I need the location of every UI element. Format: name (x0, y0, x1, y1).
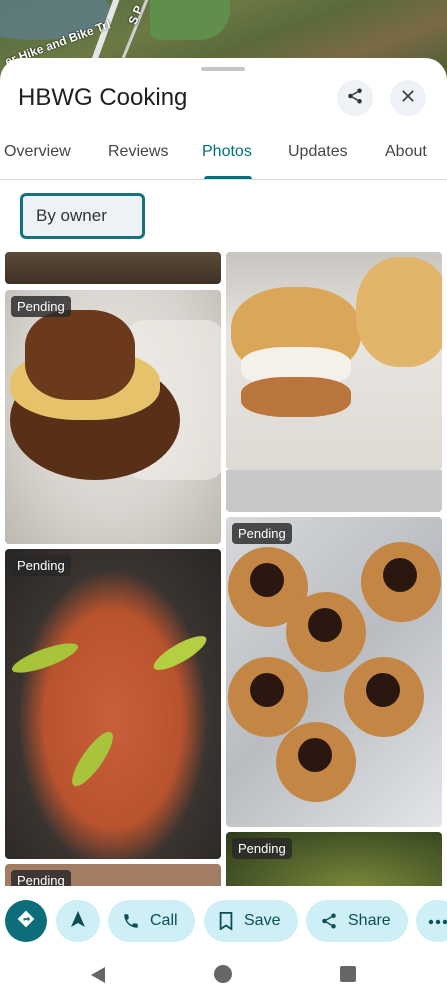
action-bar: Call Save Share (0, 890, 447, 952)
close-button[interactable] (390, 80, 426, 116)
system-nav-bar (0, 952, 447, 1000)
photo-tile[interactable] (5, 252, 221, 284)
photo-grid: Pending Pending Pending Pending Pending (0, 252, 447, 886)
photo-tile-footer (226, 470, 442, 512)
save-label: Save (244, 912, 281, 929)
map-road-label: S P (125, 3, 146, 27)
photo-tile[interactable]: Pending (5, 549, 221, 859)
recents-icon[interactable] (340, 966, 356, 982)
tab-updates[interactable]: Updates (288, 143, 348, 161)
home-icon[interactable] (214, 965, 232, 983)
tab-bar: Overview Reviews Photos Updates About (0, 136, 447, 180)
photo-tile[interactable]: Pending (5, 290, 221, 544)
call-label: Call (150, 912, 178, 929)
navigation-arrow-icon (70, 910, 86, 933)
photo-avocado (9, 637, 81, 679)
photo-tile[interactable]: Pending (5, 864, 221, 886)
photo-cookie (344, 657, 424, 737)
share-icon (320, 912, 338, 930)
photo-food (241, 377, 351, 417)
photo-tile[interactable] (226, 252, 442, 470)
tab-overview[interactable]: Overview (4, 143, 71, 161)
directions-icon (16, 909, 36, 934)
back-icon[interactable] (90, 966, 106, 989)
close-icon (400, 88, 416, 109)
tab-reviews[interactable]: Reviews (108, 143, 168, 161)
share-chip-button[interactable]: Share (306, 900, 408, 942)
photo-food (356, 257, 442, 367)
pending-badge: Pending (11, 555, 71, 576)
bookmark-icon (218, 912, 234, 930)
phone-icon (122, 912, 140, 930)
map-park (150, 0, 230, 40)
pending-badge: Pending (232, 838, 292, 859)
photo-cookie (228, 657, 308, 737)
photo-food (25, 310, 135, 400)
photo-avocado (149, 630, 211, 676)
share-button[interactable] (337, 80, 373, 116)
place-title: HBWG Cooking (18, 84, 188, 111)
call-button[interactable]: Call (108, 900, 195, 942)
tab-indicator (204, 176, 252, 179)
photo-tile[interactable]: Pending (226, 832, 442, 886)
photo-cookie (286, 592, 366, 672)
photo-tile[interactable]: Pending (226, 517, 442, 827)
photo-avocado (65, 726, 120, 792)
pending-badge: Pending (11, 296, 71, 317)
start-navigation-button[interactable] (56, 900, 100, 942)
photo-cookie (361, 542, 441, 622)
directions-button[interactable] (5, 900, 47, 942)
save-button[interactable]: Save (204, 900, 298, 942)
share-label: Share (348, 912, 391, 929)
tab-about[interactable]: About (385, 143, 427, 161)
more-actions-button[interactable] (416, 900, 447, 942)
more-horiz-icon (428, 912, 447, 930)
share-icon (346, 87, 364, 110)
pending-badge: Pending (11, 870, 71, 886)
place-sheet: HBWG Cooking Overview Reviews Photos Upd… (0, 58, 447, 1000)
pending-badge: Pending (232, 523, 292, 544)
tab-photos[interactable]: Photos (202, 143, 252, 161)
drag-handle[interactable] (201, 67, 245, 71)
photo-cookie (276, 722, 356, 802)
by-owner-filter[interactable]: By owner (20, 193, 145, 239)
